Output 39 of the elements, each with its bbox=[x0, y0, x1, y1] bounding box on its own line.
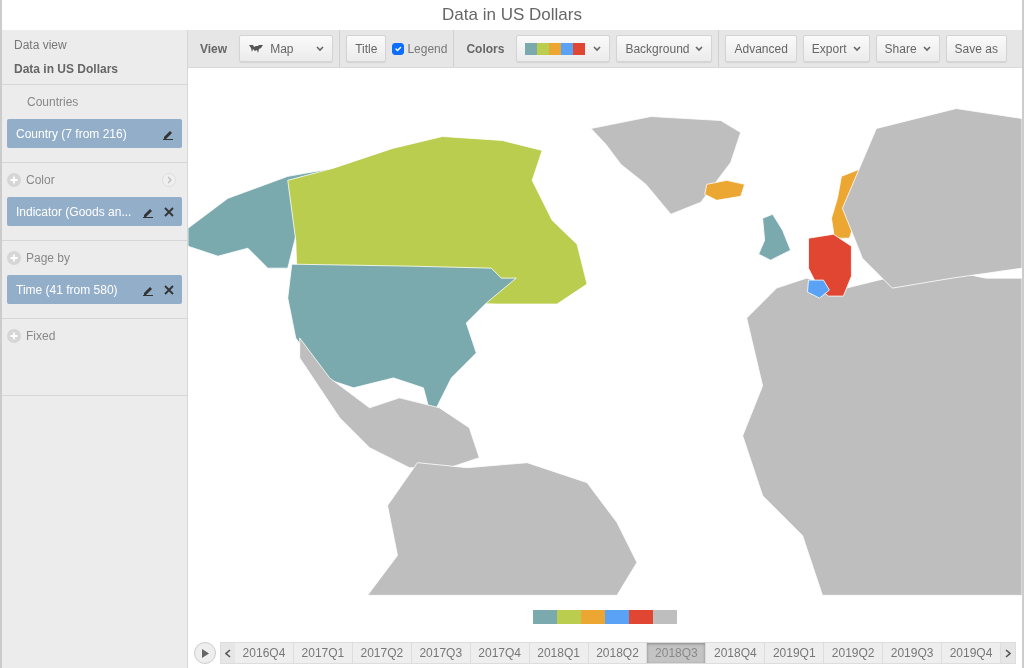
chevron-right-icon bbox=[1005, 648, 1011, 658]
dropdown-button[interactable]: Share bbox=[875, 35, 940, 62]
data-view-name: Data in US Dollars bbox=[14, 61, 120, 78]
toolbar-button[interactable]: Save as bbox=[945, 35, 1007, 62]
scroll-left-button[interactable] bbox=[221, 643, 235, 663]
chevron-left-icon bbox=[225, 648, 231, 658]
play-button[interactable] bbox=[194, 642, 216, 664]
data-view-label: Data view bbox=[14, 37, 68, 54]
chip-label: Indicator (Goods an... bbox=[16, 203, 133, 221]
caret-icon bbox=[593, 45, 602, 52]
section-label: Fixed bbox=[26, 328, 57, 345]
dropdown-button[interactable]: Map bbox=[239, 35, 334, 62]
map-icon bbox=[248, 43, 265, 54]
toolbar-button[interactable]: Title bbox=[346, 35, 387, 62]
chip-label: Country (7 from 216) bbox=[16, 125, 128, 143]
dimension-chip[interactable]: Indicator (Goods an... bbox=[7, 197, 182, 226]
play-icon bbox=[201, 648, 209, 658]
caret-icon bbox=[316, 45, 325, 52]
dropdown-button[interactable]: Background bbox=[616, 35, 713, 62]
legend-checkbox[interactable] bbox=[392, 42, 405, 55]
section-label: Color bbox=[26, 172, 56, 189]
toolbar-button[interactable]: Advanced bbox=[725, 35, 797, 62]
close-icon[interactable] bbox=[164, 284, 174, 295]
color-palette-dropdown[interactable] bbox=[516, 35, 611, 62]
chip-label: Time (41 from 580) bbox=[16, 281, 119, 299]
dimension-chip[interactable]: Time (41 from 580) bbox=[7, 275, 182, 304]
page-title: Data in US Dollars bbox=[441, 4, 583, 27]
checkbox-label[interactable]: Legend bbox=[407, 39, 448, 58]
period-tab[interactable]: 2018Q3 bbox=[647, 643, 707, 663]
dimension-chip[interactable]: Country (7 from 216) bbox=[7, 119, 182, 148]
toolbar-label: View bbox=[199, 40, 229, 58]
section-label: Page by bbox=[26, 250, 72, 267]
dropdown-button[interactable]: Export bbox=[802, 35, 870, 62]
caret-icon bbox=[922, 45, 931, 52]
caret-icon bbox=[852, 45, 861, 52]
toolbar-label: Colors bbox=[465, 40, 506, 58]
caret-icon bbox=[695, 45, 704, 52]
close-icon[interactable] bbox=[164, 206, 174, 217]
section-label: Countries bbox=[27, 94, 80, 111]
